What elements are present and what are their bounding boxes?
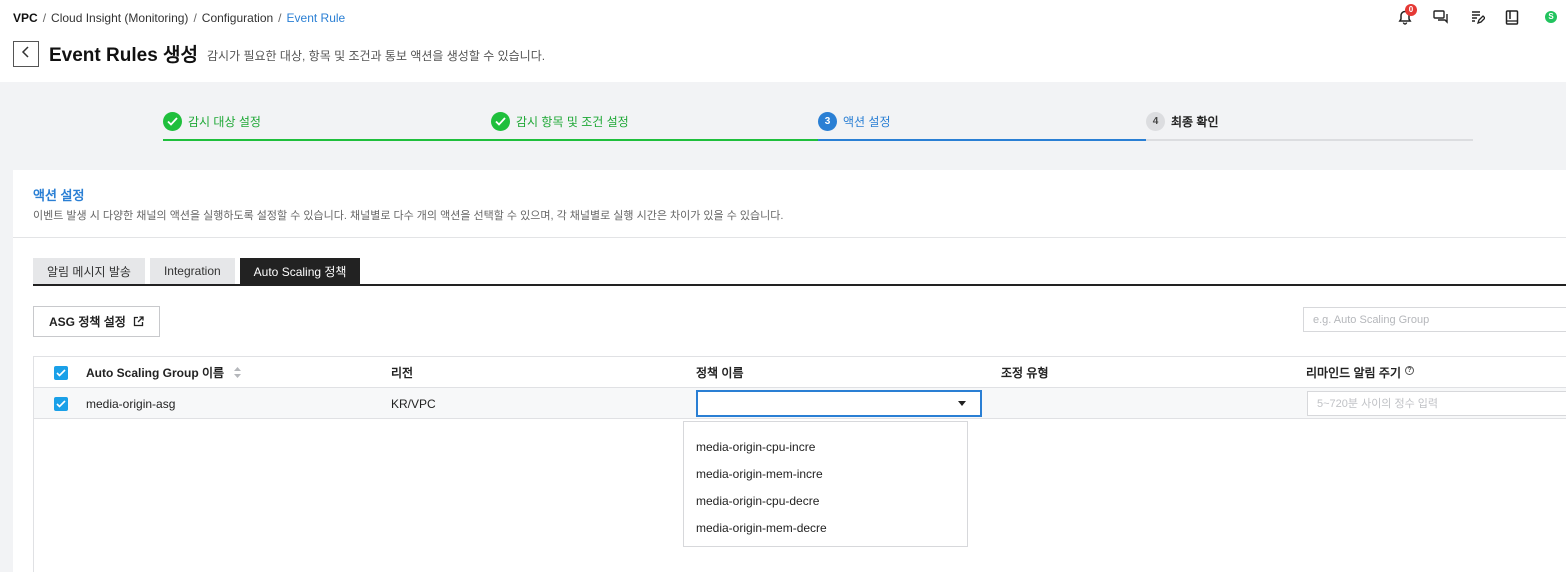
divider [13, 237, 1566, 238]
tab-alert-message[interactable]: 알림 메시지 발송 [33, 258, 145, 284]
top-icons: 0 S [1396, 4, 1566, 28]
step-progress-line [163, 139, 491, 141]
check-circle-icon [163, 111, 182, 131]
column-label: Auto Scaling Group 이름 [86, 366, 225, 380]
step-label: 감시 항목 및 조건 설정 [516, 114, 629, 129]
asg-search-input[interactable] [1303, 307, 1566, 332]
page-title: Event Rules 생성 [49, 45, 198, 66]
chevron-left-icon [21, 45, 31, 63]
caret-down-icon [958, 401, 966, 406]
breadcrumb-separator: / [42, 11, 47, 25]
column-header-policy-name: 정책 이름 [696, 366, 744, 380]
page-description: 감시가 필요한 대상, 항목 및 조건과 통보 액션을 생성할 수 있습니다. [207, 48, 546, 63]
stepper: 감시 대상 설정 감시 항목 및 조건 설정 3 액션 설정 4 최종 확인 [163, 106, 1473, 142]
dropdown-option[interactable]: media-origin-cpu-decre [684, 487, 967, 514]
breadcrumb-item-vpc[interactable]: VPC [13, 11, 38, 25]
breadcrumb-separator: / [193, 11, 197, 25]
notification-count-badge: 0 [1405, 4, 1417, 16]
back-button[interactable] [13, 40, 39, 67]
step-1[interactable]: 감시 대상 설정 [163, 106, 491, 142]
step-number-badge: 3 [818, 111, 837, 131]
section-description: 이벤트 발생 시 다양한 채널의 액션을 실행하도록 설정할 수 있습니다. 채… [33, 210, 784, 222]
cell-region: KR/VPC [391, 396, 436, 411]
breadcrumb-separator: / [278, 11, 282, 25]
user-avatar[interactable]: S [1545, 11, 1557, 23]
tab-integration[interactable]: Integration [149, 258, 235, 284]
row-checkbox[interactable] [54, 396, 68, 411]
tab-auto-scaling-policy[interactable]: Auto Scaling 정책 [239, 258, 361, 284]
asg-button-label: ASG 정책 설정 [49, 315, 126, 329]
cell-asg-name: media-origin-asg [86, 396, 176, 411]
step-number-badge: 4 [1146, 111, 1165, 131]
step-4[interactable]: 4 최종 확인 [1146, 106, 1473, 142]
policy-name-select[interactable] [696, 390, 982, 417]
row-checkbox-cell [54, 388, 68, 419]
asg-policy-settings-button[interactable]: ASG 정책 설정 [33, 306, 160, 337]
help-icon[interactable]: ? [1405, 365, 1414, 375]
select-all-checkbox[interactable] [54, 365, 68, 380]
column-label: 리마인드 알림 주기 [1306, 366, 1401, 380]
breadcrumb: VPC / Cloud Insight (Monitoring) / Confi… [13, 11, 345, 25]
book-icon[interactable] [1503, 8, 1521, 26]
table-header: Auto Scaling Group 이름 리전 정책 이름 조정 유형 리마인… [34, 357, 1566, 388]
dropdown-option[interactable]: media-origin-mem-decre [684, 514, 967, 541]
edit-note-icon[interactable] [1468, 8, 1486, 26]
bell-icon[interactable]: 0 [1396, 4, 1417, 26]
title-row: Event Rules 생성 감시가 필요한 대상, 항목 및 조건과 통보 액… [13, 40, 545, 67]
step-progress-line [818, 139, 1146, 141]
breadcrumb-item-configuration[interactable]: Configuration [202, 11, 273, 25]
header-checkbox-cell [54, 357, 68, 388]
breadcrumb-item-cloud-insight[interactable]: Cloud Insight (Monitoring) [51, 11, 188, 25]
step-label: 감시 대상 설정 [188, 114, 261, 129]
top-bar: VPC / Cloud Insight (Monitoring) / Confi… [0, 0, 1566, 82]
section-title: 액션 설정 [33, 188, 85, 203]
sort-icon[interactable] [234, 367, 242, 378]
policy-dropdown-menu: media-origin-cpu-incre media-origin-mem-… [683, 421, 968, 547]
breadcrumb-item-event-rule[interactable]: Event Rule [287, 11, 346, 25]
step-2[interactable]: 감시 항목 및 조건 설정 [491, 106, 818, 142]
check-circle-icon [491, 111, 510, 131]
table-row: media-origin-asg KR/VPC [34, 388, 1566, 419]
step-label: 최종 확인 [1171, 114, 1219, 129]
column-header-region: 리전 [391, 366, 414, 380]
chat-icon[interactable] [1432, 8, 1450, 26]
dropdown-option[interactable]: media-origin-cpu-incre [684, 433, 967, 460]
step-3[interactable]: 3 액션 설정 [818, 106, 1146, 142]
step-label: 액션 설정 [843, 114, 891, 129]
column-header-remind-interval: 리마인드 알림 주기 ? [1306, 357, 1414, 388]
column-header-adjust-type: 조정 유형 [1001, 366, 1049, 380]
tabs-underline [33, 284, 1566, 286]
step-progress-line [1146, 139, 1473, 141]
remind-interval-input[interactable] [1307, 391, 1566, 416]
step-progress-line [491, 139, 818, 141]
dropdown-option[interactable]: media-origin-mem-incre [684, 460, 967, 487]
column-header-asg-name[interactable]: Auto Scaling Group 이름 [86, 357, 242, 388]
action-tabs: 알림 메시지 발송 Integration Auto Scaling 정책 [33, 258, 365, 285]
external-link-icon [133, 316, 144, 327]
